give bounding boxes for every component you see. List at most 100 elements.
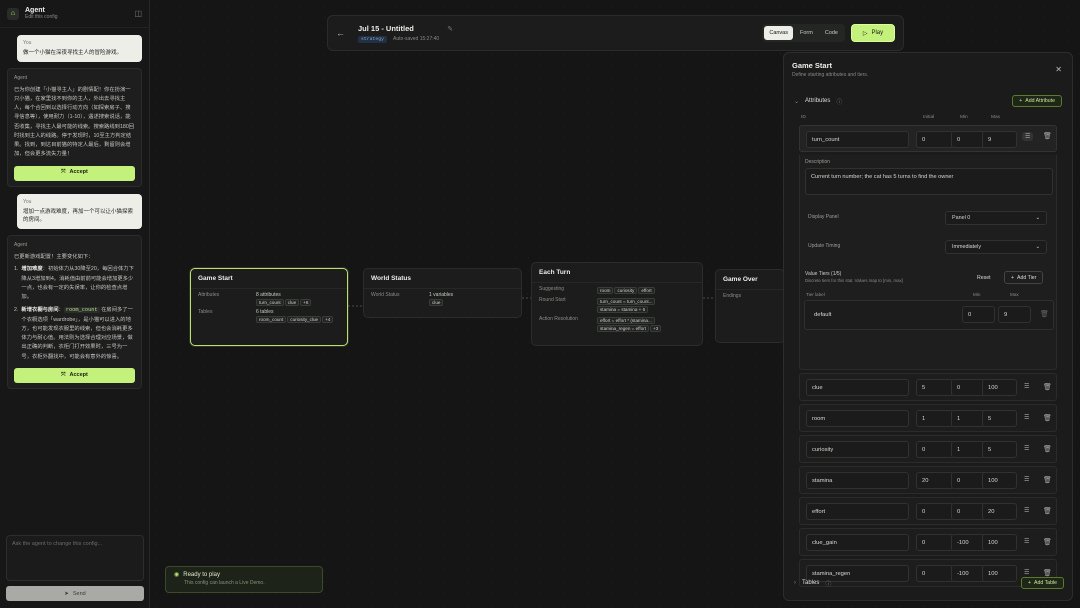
attribute-list: clue 5 0 100 ☰ 🗑 room 1 1 5 ☰ 🗑 curiosity 0 1 5 ☰ 🗑 stamin… [784, 373, 1072, 587]
attr-initial-field[interactable]: 0 [916, 131, 954, 148]
settings-sliders-icon[interactable]: ☰ [1024, 445, 1029, 452]
attr-id-field[interactable]: curiosity [806, 441, 909, 458]
attribute-row[interactable]: clue_gain 0 -100 100 ☰ 🗑 [799, 528, 1057, 556]
round-pill: turn_count = turn_count... [597, 298, 656, 305]
tier-row: default 0 9 🗑 [804, 300, 1054, 330]
attr-min-field[interactable]: -100 [951, 534, 986, 551]
node-game-over[interactable]: Game Over Endings [715, 269, 785, 343]
trash-icon[interactable]: 🗑 [1043, 383, 1052, 391]
settings-sliders-icon[interactable]: ☰ [1024, 383, 1029, 390]
attr-max-field[interactable]: 5 [982, 441, 1017, 458]
node-game-start[interactable]: Game Start Attributes 8 attributes turn_… [190, 268, 348, 346]
attr-initial-field[interactable]: 0 [916, 441, 954, 458]
attr-max-field[interactable]: 100 [982, 534, 1017, 551]
node-title: World Status [364, 269, 521, 289]
update-timing-value: Immediately [952, 244, 982, 250]
attr-max-field[interactable]: 100 [982, 472, 1017, 489]
node-world-status[interactable]: World Status World Status 1 variables cl… [363, 268, 522, 318]
attr-initial-field[interactable]: 5 [916, 379, 954, 396]
attr-id-field[interactable]: room [806, 410, 909, 427]
attr-initial-field[interactable]: 0 [916, 534, 954, 551]
attr-initial-field[interactable]: 20 [916, 472, 954, 489]
attr-id-field[interactable]: clue [806, 379, 909, 396]
node-label: Action Resolution [539, 316, 578, 322]
close-icon[interactable]: ✕ [1055, 65, 1062, 74]
node-label: Endings [723, 293, 742, 299]
attribute-row[interactable]: clue 5 0 100 ☰ 🗑 [799, 373, 1057, 401]
attributes-section-header[interactable]: ⌄ Attributes ⓘ + Add Attribute [784, 87, 1072, 115]
attr-min-field[interactable]: 0 [951, 503, 986, 520]
attribute-row[interactable]: curiosity 0 1 5 ☰ 🗑 [799, 435, 1057, 463]
node-title: Game Start [191, 269, 347, 289]
settings-sliders-icon[interactable]: ☰ [1024, 476, 1029, 483]
attr-initial-field[interactable]: 1 [916, 410, 954, 427]
trash-icon[interactable]: 🗑 [1043, 445, 1052, 453]
settings-sliders-icon[interactable]: ☰ [1024, 414, 1029, 421]
panel-title: Game Start [792, 61, 833, 70]
table-pill: curiosity_clue [287, 316, 322, 323]
tables-label: Tables [802, 580, 820, 586]
ready-subtitle: This config can launch a Live Demo. [184, 580, 265, 586]
description-textarea[interactable]: Current turn number; the cat has 5 turns… [805, 168, 1053, 195]
attr-min-field[interactable]: 0 [951, 472, 986, 489]
attr-max-field[interactable]: 5 [982, 410, 1017, 427]
plus-icon: + [1019, 98, 1023, 104]
tier-min-field[interactable]: 0 [962, 306, 995, 323]
trash-icon[interactable]: 🗑 [1043, 132, 1052, 140]
tier-max-field[interactable]: 9 [998, 306, 1031, 323]
attr-min-field[interactable]: 1 [951, 441, 986, 458]
tables-count: 6 tables [256, 309, 274, 315]
check-circle-icon: ◉ [174, 572, 180, 578]
attr-min-field[interactable]: 1 [951, 410, 986, 427]
settings-sliders-icon[interactable]: ☰ [1024, 538, 1029, 545]
trash-icon[interactable]: 🗑 [1043, 538, 1052, 546]
plus-icon: + [1027, 580, 1032, 586]
help-icon[interactable]: ⓘ [836, 97, 842, 106]
attr-id-field[interactable]: clue_gain [806, 534, 909, 551]
help-icon[interactable]: ⓘ [825, 579, 831, 588]
add-tier-label: Add Tier [1017, 274, 1037, 281]
attr-id-field[interactable]: stamina [806, 472, 909, 489]
node-label: Suggesting [539, 286, 565, 292]
display-panel-select[interactable]: Panel 0 ⌄ [945, 211, 1047, 225]
attr-id-field[interactable]: turn_count [806, 131, 909, 148]
trash-icon[interactable]: 🗑 [1040, 310, 1049, 318]
add-table-button[interactable]: + Add Table [1020, 577, 1064, 589]
var-count: 1 variables [429, 292, 454, 298]
settings-sliders-icon[interactable]: ☰ [1024, 507, 1029, 514]
panel-subtitle: Define starting attributes and tiers. [792, 72, 869, 78]
attr-initial-field[interactable]: 0 [916, 503, 954, 520]
tier-label-field[interactable]: default [809, 306, 959, 323]
chevron-down-icon: ⌄ [1035, 215, 1040, 221]
chevron-down-icon: ⌄ [794, 98, 800, 105]
table-pill: +4 [322, 316, 334, 323]
attr-max-field[interactable]: 100 [982, 379, 1017, 396]
attr-id-field[interactable]: effort [806, 503, 909, 520]
add-attribute-button[interactable]: + Add Attribute [1012, 95, 1062, 107]
add-attribute-label: Add Attribute [1025, 98, 1055, 104]
attribute-row[interactable]: room 1 1 5 ☰ 🗑 [799, 404, 1057, 432]
attr-max-field[interactable]: 9 [982, 131, 1017, 148]
node-each-turn[interactable]: Each Turn Suggesting room curiosity effort… [531, 262, 703, 346]
tier-col-max: Max [1010, 292, 1019, 297]
chevron-right-icon: › [794, 580, 796, 586]
plus-icon: + [1011, 274, 1015, 281]
trash-icon[interactable]: 🗑 [1043, 507, 1052, 515]
tables-section-header[interactable]: › Tables ⓘ + Add Table [784, 569, 1072, 597]
reset-button[interactable]: Reset [977, 275, 991, 281]
trash-icon[interactable]: 🗑 [1043, 476, 1052, 484]
col-id: ID [801, 115, 806, 120]
attr-min-field[interactable]: 0 [951, 379, 986, 396]
display-panel-value: Panel 0 [952, 215, 971, 221]
attribute-row[interactable]: stamina 20 0 100 ☰ 🗑 [799, 466, 1057, 494]
col-initial: Initial [923, 115, 935, 120]
update-timing-select[interactable]: Immediately ⌄ [945, 240, 1047, 254]
add-tier-button[interactable]: + Add Tier [1004, 271, 1044, 284]
attribute-row[interactable]: effort 0 0 20 ☰ 🗑 [799, 497, 1057, 525]
attr-max-field[interactable]: 20 [982, 503, 1017, 520]
settings-sliders-icon[interactable]: ☰ [1022, 132, 1034, 141]
trash-icon[interactable]: 🗑 [1043, 414, 1052, 422]
action-pill: effort = effort * (stamina... [597, 317, 655, 324]
attribute-row-expanded[interactable]: turn_count 0 0 9 ☰ 🗑 [799, 125, 1057, 152]
attr-min-field[interactable]: 0 [951, 131, 986, 148]
